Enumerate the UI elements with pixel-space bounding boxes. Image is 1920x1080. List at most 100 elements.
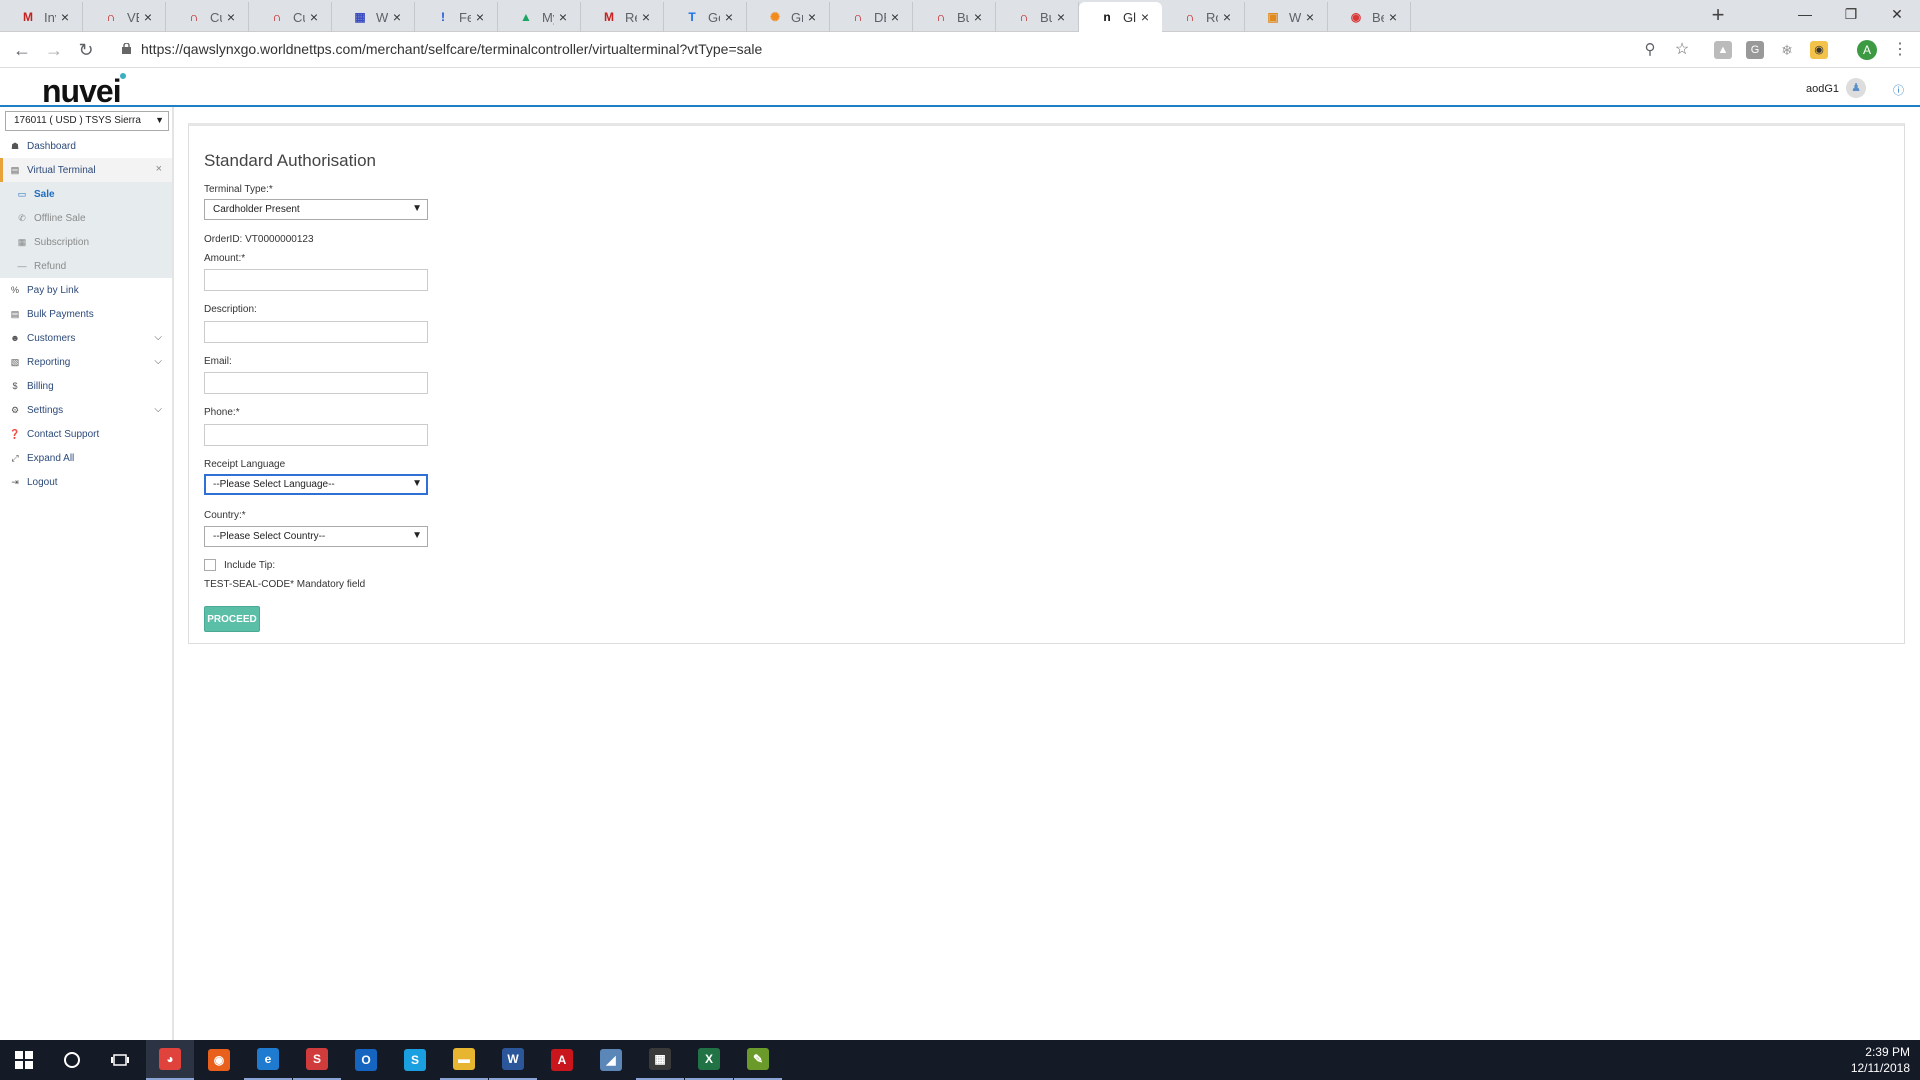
sidebar-item-sale[interactable]: ▭ Sale bbox=[0, 182, 172, 206]
close-tab-icon[interactable]: × bbox=[1384, 9, 1402, 25]
back-icon[interactable]: ← bbox=[8, 38, 36, 62]
sidebar-item-subscription[interactable]: ▦ Subscription bbox=[0, 230, 172, 254]
amount-field[interactable] bbox=[204, 269, 428, 291]
close-tab-icon[interactable]: × bbox=[388, 9, 406, 25]
sidebar-item-contact-support[interactable]: ❓ Contact Support bbox=[0, 422, 172, 446]
username[interactable]: aodG1 bbox=[1806, 83, 1839, 95]
users-icon: ☻ bbox=[10, 333, 20, 343]
proceed-button[interactable]: PROCEED bbox=[204, 606, 260, 632]
taskbar-notes[interactable]: ◢ bbox=[587, 1040, 635, 1080]
close-tab-icon[interactable]: × bbox=[720, 9, 738, 25]
collapse-icon[interactable]: × bbox=[156, 163, 162, 175]
browser-tab[interactable]: ▣ Whole× bbox=[1245, 2, 1328, 32]
terminal-type-select[interactable]: Cardholder Present ▼ bbox=[204, 199, 428, 220]
url-field[interactable]: https://qawslynxgo.worldnettps.com/merch… bbox=[141, 41, 762, 57]
browser-tab[interactable]: ✺ Grafan× bbox=[747, 2, 830, 32]
sidebar-item-expand-all[interactable]: ⤢ Expand All bbox=[0, 446, 172, 470]
sidebar-item-virtual-terminal[interactable]: ▤ Virtual Terminal × bbox=[0, 158, 172, 182]
browser-tab[interactable]: ∩ Bug #× bbox=[996, 2, 1079, 32]
sidebar-item-refund[interactable]: — Refund bbox=[0, 254, 172, 278]
receipt-language-select[interactable]: --Please Select Language-- ▼ bbox=[204, 474, 428, 495]
browser-tab[interactable]: ∩ Roadm× bbox=[1162, 2, 1245, 32]
browser-tab[interactable]: ∩ Custom× bbox=[249, 2, 332, 32]
browser-tab[interactable]: M Invitati× bbox=[0, 2, 83, 32]
extension-pdf-icon[interactable]: ▲ bbox=[1714, 41, 1732, 59]
sidebar-item-reporting[interactable]: ▧ Reporting ⌵ bbox=[0, 350, 172, 374]
close-tab-icon[interactable]: × bbox=[1301, 9, 1319, 25]
user-avatar-icon[interactable]: ♟ bbox=[1846, 78, 1866, 98]
close-tab-icon[interactable]: × bbox=[1052, 9, 1070, 25]
country-select[interactable]: --Please Select Country-- ▼ bbox=[204, 526, 428, 547]
close-tab-icon[interactable]: × bbox=[803, 9, 821, 25]
description-field[interactable] bbox=[204, 321, 428, 343]
cortana-button[interactable] bbox=[48, 1040, 96, 1080]
system-clock[interactable]: 2:39 PM 12/11/2018 bbox=[1840, 1044, 1910, 1076]
nuvei-logo[interactable]: nuvei bbox=[42, 73, 126, 110]
browser-tab[interactable]: ∩ Bug #× bbox=[913, 2, 996, 32]
taskbar-chrome[interactable]: ◕ bbox=[146, 1040, 194, 1080]
start-button[interactable] bbox=[0, 1040, 48, 1080]
browser-tab[interactable]: n Global× bbox=[1079, 2, 1162, 32]
browser-tab[interactable]: M Remed× bbox=[581, 2, 664, 32]
taskbar-acrobat[interactable]: A bbox=[538, 1040, 586, 1080]
reload-icon[interactable]: ↻ bbox=[72, 38, 100, 62]
taskbar-excel[interactable]: X bbox=[685, 1040, 733, 1080]
sidebar-item-billing[interactable]: $ Billing bbox=[0, 374, 172, 398]
browser-tab[interactable]: ∩ VERSIO× bbox=[83, 2, 166, 32]
new-tab-button[interactable]: + bbox=[1704, 4, 1732, 28]
taskbar-snagit[interactable]: S bbox=[293, 1040, 341, 1080]
sidebar-item-dashboard[interactable]: ☗ Dashboard bbox=[0, 134, 172, 158]
task-view-button[interactable] bbox=[96, 1040, 144, 1080]
browser-tab[interactable]: ∩ Custom× bbox=[166, 2, 249, 32]
taskbar-explorer[interactable]: ▬ bbox=[440, 1040, 488, 1080]
lock-icon bbox=[122, 43, 131, 54]
browser-tab[interactable]: ▲ My Dri× bbox=[498, 2, 581, 32]
bookmark-star-icon[interactable]: ☆ bbox=[1668, 38, 1696, 62]
close-tab-icon[interactable]: × bbox=[554, 9, 572, 25]
sidebar-item-customers[interactable]: ☻ Customers ⌵ bbox=[0, 326, 172, 350]
close-tab-icon[interactable]: × bbox=[471, 9, 489, 25]
taskbar-firefox[interactable]: ◉ bbox=[195, 1040, 243, 1080]
profile-avatar[interactable]: A bbox=[1857, 40, 1877, 60]
sidebar-item-logout[interactable]: ⇥ Logout bbox=[0, 470, 172, 494]
close-tab-icon[interactable]: × bbox=[56, 9, 74, 25]
sidebar-item-pay-by-link[interactable]: % Pay by Link bbox=[0, 278, 172, 302]
sidebar-item-settings[interactable]: ⚙ Settings ⌵ bbox=[0, 398, 172, 422]
phone-field[interactable] bbox=[204, 424, 428, 446]
close-tab-icon[interactable]: × bbox=[222, 9, 240, 25]
close-window-button[interactable]: ✕ bbox=[1874, 0, 1920, 30]
merchant-select[interactable]: 176011 ( USD ) TSYS Sierra ▼ bbox=[5, 111, 169, 131]
chrome-menu-icon[interactable]: ⋮ bbox=[1886, 38, 1914, 62]
taskbar-calculator[interactable]: ▦ bbox=[636, 1040, 684, 1080]
close-tab-icon[interactable]: × bbox=[305, 9, 323, 25]
sidebar-item-bulk-payments[interactable]: ▤ Bulk Payments bbox=[0, 302, 172, 326]
taskbar-edge[interactable]: e bbox=[244, 1040, 292, 1080]
tab-title: Featur bbox=[459, 9, 471, 25]
forward-icon[interactable]: → bbox=[40, 38, 68, 62]
extension-grammar-icon[interactable]: G bbox=[1746, 41, 1764, 59]
email-field[interactable] bbox=[204, 372, 428, 394]
restore-button[interactable]: ❐ bbox=[1828, 0, 1874, 30]
browser-tab[interactable]: ! Featur× bbox=[415, 2, 498, 32]
browser-tab[interactable]: T GoChi× bbox=[664, 2, 747, 32]
taskbar-skype[interactable]: S bbox=[391, 1040, 439, 1080]
browser-tab[interactable]: ◉ Best fo× bbox=[1328, 2, 1411, 32]
close-tab-icon[interactable]: × bbox=[1136, 9, 1154, 25]
info-icon[interactable]: ⓘ bbox=[1893, 82, 1904, 98]
close-tab-icon[interactable]: × bbox=[969, 9, 987, 25]
browser-tab[interactable]: ∩ DB SE× bbox=[830, 2, 913, 32]
close-tab-icon[interactable]: × bbox=[637, 9, 655, 25]
taskbar-outlook[interactable]: O bbox=[342, 1040, 390, 1080]
minimize-button[interactable]: — bbox=[1782, 0, 1828, 30]
close-tab-icon[interactable]: × bbox=[886, 9, 904, 25]
taskbar-word[interactable]: W bbox=[489, 1040, 537, 1080]
taskbar-notepadpp[interactable]: ✎ bbox=[734, 1040, 782, 1080]
include-tip-checkbox[interactable] bbox=[204, 559, 216, 571]
browser-tab[interactable]: ▦ Worldn× bbox=[332, 2, 415, 32]
close-tab-icon[interactable]: × bbox=[1218, 9, 1236, 25]
extension-glasses-icon[interactable]: ◉ bbox=[1810, 41, 1828, 59]
close-tab-icon[interactable]: × bbox=[139, 9, 157, 25]
zoom-search-icon[interactable]: ⚲ bbox=[1636, 38, 1664, 62]
sidebar-item-offline-sale[interactable]: ✆ Offline Sale bbox=[0, 206, 172, 230]
extension-snowflake-icon[interactable]: ❄ bbox=[1778, 41, 1796, 59]
